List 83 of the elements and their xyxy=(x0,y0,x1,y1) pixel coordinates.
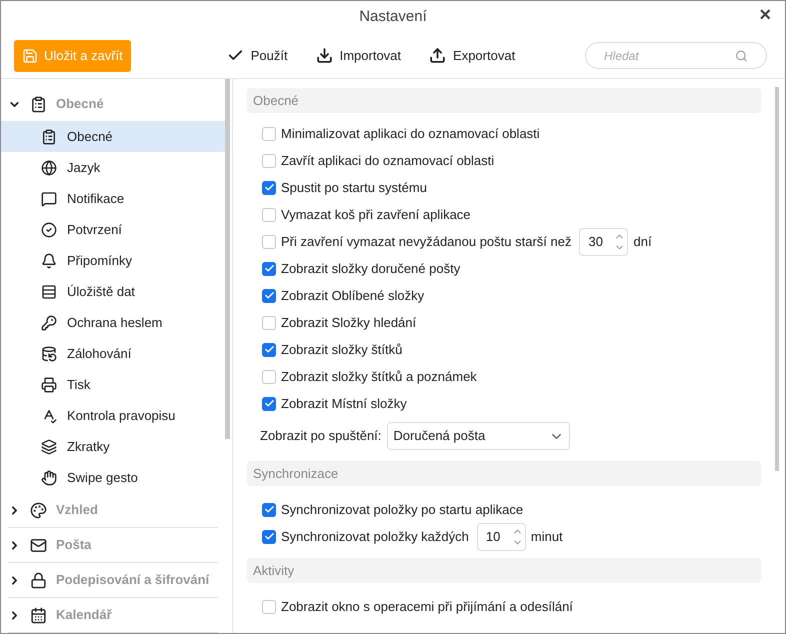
key-icon xyxy=(41,314,57,330)
check-circle-icon xyxy=(41,222,57,238)
option-label: Zobrazit po spuštění: xyxy=(260,427,382,446)
sidebar-item[interactable]: Připomínky xyxy=(1,245,225,276)
checkbox-option[interactable]: Zobrazit složky štítků xyxy=(247,336,761,363)
upload-icon xyxy=(429,47,446,64)
sidebar-item[interactable]: Swipe gesto xyxy=(1,462,225,493)
globe-icon xyxy=(41,160,57,176)
dropdown[interactable]: Doručená pošta xyxy=(387,422,570,450)
checkbox[interactable] xyxy=(262,288,276,302)
speech-bubble-icon xyxy=(41,190,57,206)
printer-icon xyxy=(41,376,57,392)
option-label: Synchronizovat položky každých xyxy=(281,528,469,546)
checkbox[interactable] xyxy=(262,262,276,276)
check-icon xyxy=(264,263,274,274)
checkbox-option[interactable]: Zobrazit složky doručené pošty xyxy=(247,255,761,282)
checkbox-option[interactable]: Minimalizovat aplikaci do oznamovací oblasti xyxy=(247,120,761,147)
unit-label: dní xyxy=(633,232,652,251)
download-icon xyxy=(316,47,333,64)
sidebar-item[interactable]: Notifikace xyxy=(1,183,225,214)
checkbox[interactable] xyxy=(262,180,276,194)
checkbox[interactable] xyxy=(262,396,276,410)
checkbox[interactable] xyxy=(262,370,276,384)
section-header: Aktivity xyxy=(247,558,761,583)
search-icon xyxy=(735,48,748,62)
checkbox[interactable] xyxy=(262,502,276,516)
check-icon xyxy=(264,504,274,515)
checkbox[interactable] xyxy=(262,316,276,330)
calendar-icon xyxy=(30,606,47,624)
checkbox[interactable] xyxy=(262,154,276,168)
backup-icon xyxy=(41,346,57,362)
checkbox-option[interactable]: Spustit po startu systému xyxy=(247,174,761,201)
checkbox-option[interactable]: Zobrazit Oblíbené složky xyxy=(247,282,761,309)
section-header: Synchronizace xyxy=(247,461,761,486)
number-field[interactable]: 10 xyxy=(476,522,526,550)
checkbox-option[interactable]: Synchronizovat položky po startu aplikace xyxy=(247,496,761,523)
checkbox-option[interactable]: Zobrazit okno s operacemi při přijímání a odesílání xyxy=(247,593,761,620)
check-icon xyxy=(264,398,274,409)
check-icon xyxy=(264,344,274,355)
sidebar-item[interactable]: Obecné xyxy=(1,121,225,152)
palette-icon xyxy=(30,502,47,518)
save-icon xyxy=(22,48,38,64)
toolbar-button[interactable]: Použít xyxy=(226,46,288,66)
checkbox-option[interactable]: Vymazat koš při zavření aplikace xyxy=(247,201,761,228)
checkbox-option[interactable]: Zobrazit složky štítků a poznámek xyxy=(247,363,761,390)
clipboard-icon xyxy=(30,96,47,112)
checkbox-option[interactable]: Zavřít aplikaci do oznamovací oblasti xyxy=(247,147,761,174)
checkbox[interactable] xyxy=(262,530,276,544)
search-field[interactable]: Hledat xyxy=(585,42,767,69)
check-icon xyxy=(264,182,274,193)
storage-icon xyxy=(41,284,57,300)
checkbox-option[interactable]: Zobrazit Složky hledání xyxy=(247,309,761,336)
sidebar-item[interactable]: Zálohování xyxy=(1,338,225,369)
checkbox[interactable] xyxy=(262,126,276,140)
checkbox[interactable] xyxy=(262,208,276,222)
sidebar-item[interactable]: Zkratky xyxy=(1,431,225,462)
checkbox[interactable] xyxy=(262,600,276,614)
envelope-icon xyxy=(30,536,47,554)
toolbar-button[interactable]: Importovat xyxy=(316,46,402,66)
option-label: Při zavření vymazat nevyžádanou poštu starší než xyxy=(281,232,572,251)
number-field[interactable]: 30 xyxy=(579,228,628,256)
lock-icon xyxy=(30,572,47,588)
check-icon xyxy=(264,290,274,301)
hand-icon xyxy=(41,470,57,486)
sidebar-item[interactable]: Potvrzení xyxy=(1,214,225,245)
checkbox-option[interactable]: Zobrazit Místní složky xyxy=(247,390,761,417)
toolbar-button[interactable]: Exportovat xyxy=(429,46,516,66)
section-header: Obecné xyxy=(247,88,761,113)
close-button[interactable]: × xyxy=(755,5,775,25)
unit-label: minut xyxy=(530,528,563,546)
search-input[interactable]: Hledat xyxy=(604,46,736,64)
sidebar-item[interactable]: Ochrana heslem xyxy=(1,307,225,338)
bell-icon xyxy=(41,252,57,268)
sidebar-item[interactable]: Kontrola pravopisu xyxy=(1,400,225,431)
clipboard-icon xyxy=(41,128,57,144)
checkbox[interactable] xyxy=(262,234,276,248)
sidebar-item[interactable]: Jazyk xyxy=(1,152,225,183)
check-icon xyxy=(264,531,274,542)
checkbox[interactable] xyxy=(262,342,276,356)
sidebar-item[interactable]: Úložiště dat xyxy=(1,276,225,307)
layers-icon xyxy=(41,438,57,454)
window-title: Nastavení xyxy=(359,6,427,27)
sidebar-item[interactable]: Tisk xyxy=(1,369,225,400)
